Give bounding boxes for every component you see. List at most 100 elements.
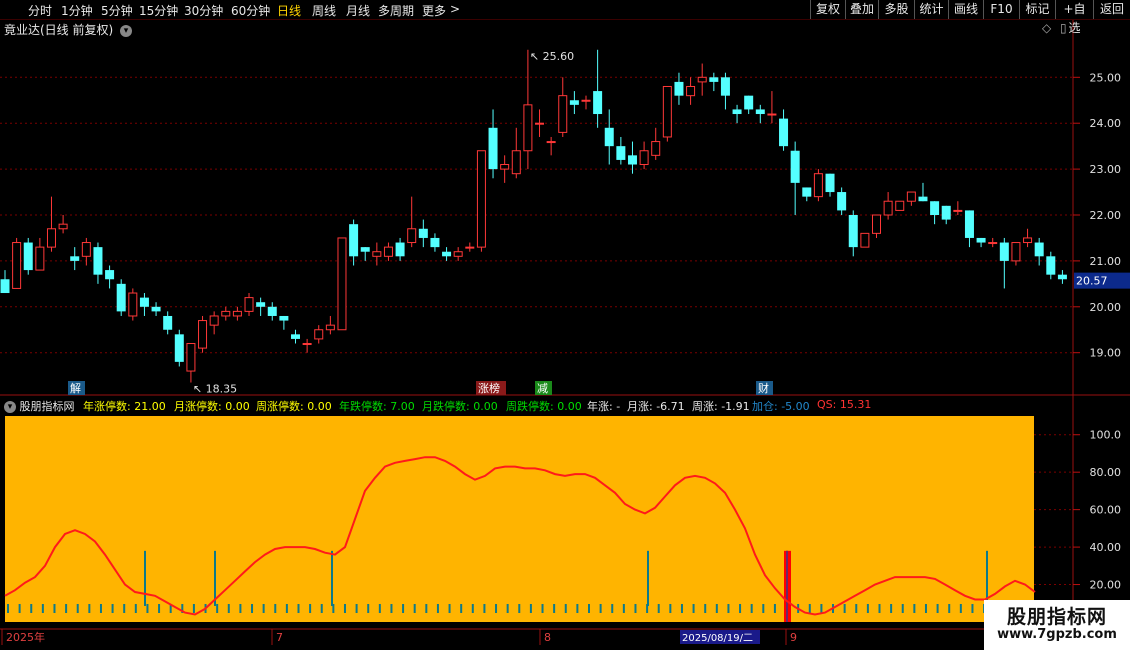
candle-61 [709,72,719,92]
logo-text: 股朋指标网 [1006,606,1107,628]
candle-body [581,99,591,102]
tool-button-7[interactable]: +自选 [1055,0,1093,35]
candle-body [128,292,138,317]
indicator-stat-3: 年跌停数: 7.00 [339,400,415,413]
candle-44 [511,127,521,179]
event-marker-0: 解 [68,381,85,395]
candle-body [837,192,847,211]
candle-body [988,242,998,245]
stock-chart[interactable]: ↖ 25.60 ↖ 18.35 解 涨榜 减 财 25.00 24.00 23.00 22.00… [0,0,1130,650]
candle-67 [779,109,789,151]
candle-body [383,246,393,257]
candle-20 [232,306,242,321]
candle-body [546,141,556,144]
tool-button-3[interactable]: 统计 [914,0,948,19]
candle-body [302,343,312,346]
candle-82 [953,201,963,215]
candle-body [976,237,986,243]
candle-59 [686,77,696,105]
candle-body [12,242,22,289]
more-arrow-icon[interactable]: > [450,2,460,16]
candle-3 [35,237,45,271]
candle-body [395,242,405,257]
chart-title: 竟业达(日线 前复权) ▾ [4,21,133,38]
price-tick-label: 20.00 [1090,301,1122,314]
candle-14 [163,311,173,335]
period-tab-2[interactable]: 5分钟 [101,2,133,19]
candle-body [93,247,103,275]
period-tab-4[interactable]: 30分钟 [184,2,223,19]
price-tick-label: 24.00 [1090,117,1122,130]
candle-49 [569,91,579,115]
period-tab-5[interactable]: 60分钟 [231,2,270,19]
date-label: 7 [276,631,283,644]
indicator-stat-7: 月涨: -6.71 [627,400,685,413]
candle-body [267,306,277,316]
candle-body [651,141,661,156]
period-tab-3[interactable]: 15分钟 [139,2,178,19]
indicator-stat-5: 周跌停数: 0.00 [506,400,582,413]
event-marker-label: 解 [70,381,81,395]
candle-body [604,127,614,147]
candle-72 [837,187,847,215]
tool-button-1[interactable]: 叠加 [845,0,878,19]
candle-body [23,242,33,271]
candle-body [407,228,417,244]
candle-90 [1046,251,1056,280]
candle-83 [964,210,974,248]
period-tab-6[interactable]: 日线 [277,2,301,19]
candle-1 [12,237,22,289]
candle-body [593,91,603,115]
candle-63 [732,104,742,124]
indicator-name: 股朋指标网 [19,400,75,413]
tool-button-0[interactable]: 复权 [810,0,845,19]
candle-87 [1011,242,1021,266]
dropdown-icon[interactable]: ▾ [120,24,133,37]
high-price-label: ↖ 25.60 [530,50,574,63]
indicator-panel: 100.0 80.00 60.00 40.00 20.00 [4,416,1121,622]
candle-body [151,306,161,312]
period-tab-10[interactable]: 更多 [422,2,446,19]
indicator-dropdown-icon[interactable]: ▾ [4,401,16,413]
candle-body [279,315,289,321]
tool-button-5[interactable]: F10 [983,0,1019,19]
candle-35 [407,196,417,248]
candle-42 [488,109,498,179]
indicator-background [5,416,1034,622]
candle-body [476,150,486,248]
candle-body [465,246,475,249]
candle-47 [546,136,556,156]
low-price-label: ↖ 18.35 [193,383,237,396]
candle-24 [279,315,289,330]
candle-85 [988,237,998,248]
tool-button-8[interactable]: 返回 [1093,0,1130,19]
top-toolbar: 分时 1分钟 5分钟 15分钟 30分钟 60分钟 日线 周线 月线 多周期 更多 > 复权 叠加 多股统… [0,0,1130,35]
candle-39 [453,247,463,261]
candle-body [639,150,649,166]
candle-body [523,104,533,152]
tool-button-2[interactable]: 多股 [878,0,914,19]
tool-button-6[interactable]: 标记 [1019,0,1055,19]
candle-body [256,302,266,307]
current-price-label: 20.57 [1076,275,1108,288]
window-icon[interactable]: ▯ [1060,21,1067,35]
candle-body [558,95,568,133]
event-marker-1: 涨榜 [476,381,506,395]
price-tick-label: 19.00 [1090,347,1122,360]
period-tab-7[interactable]: 周线 [312,2,336,19]
period-tab-8[interactable]: 月线 [346,2,370,19]
candle-body [105,270,115,280]
candle-body [709,77,719,82]
candle-70 [813,169,823,202]
candle-body [35,246,45,271]
period-tab-0[interactable]: 分时 [28,2,52,19]
period-tab-9[interactable]: 多周期 [378,2,414,19]
period-tab-1[interactable]: 1分钟 [61,2,93,19]
candle-50 [581,95,591,110]
diamond-icon[interactable]: ◇ [1042,21,1051,35]
indicator-stat-9: 加仓: -5.00 [752,400,810,413]
candle-17 [198,315,208,353]
candle-body [337,237,347,331]
candle-body [360,247,370,252]
tool-button-4[interactable]: 画线 [948,0,983,19]
